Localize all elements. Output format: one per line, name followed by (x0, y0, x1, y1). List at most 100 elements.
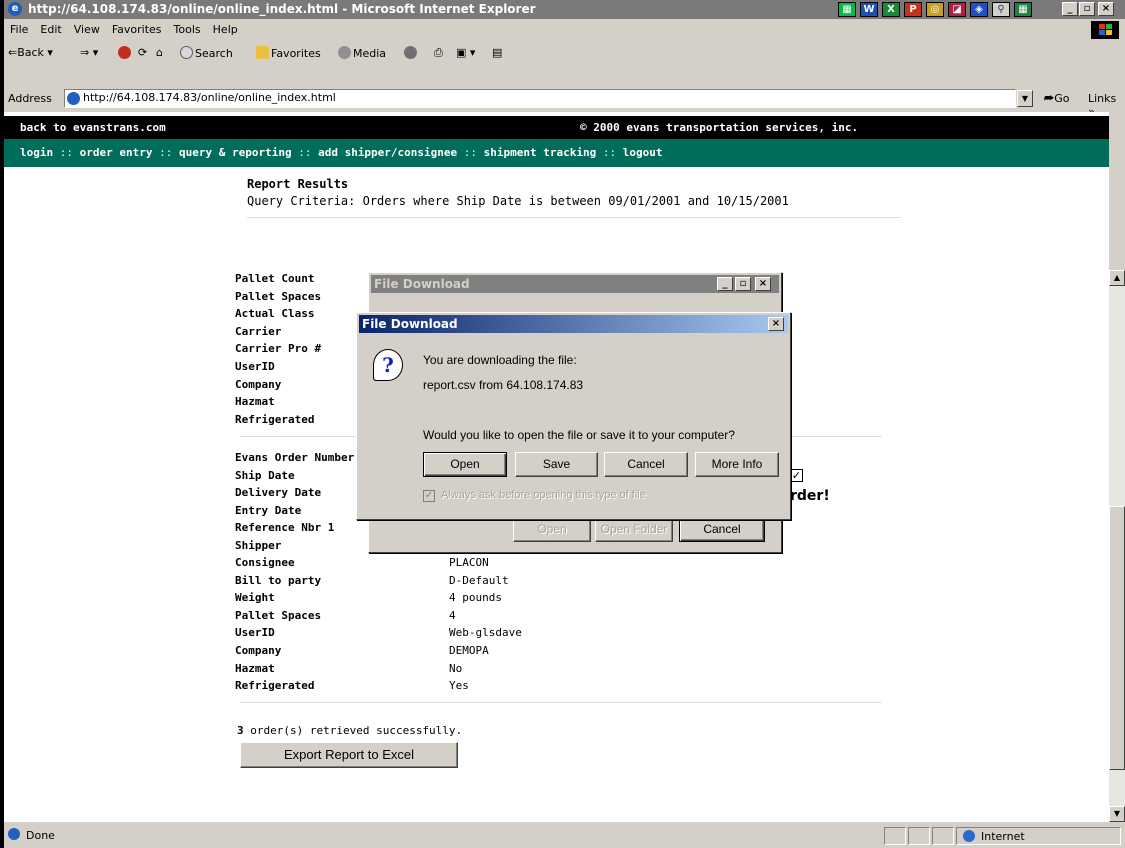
word-icon[interactable]: W (860, 2, 878, 17)
nav-login[interactable]: login (20, 146, 53, 159)
open-button[interactable]: Open (423, 452, 507, 477)
favorites-button[interactable]: Favorites (256, 46, 321, 60)
always-ask-label: Always ask before opening this type of f… (441, 489, 646, 501)
nav-shipment-tracking[interactable]: shipment tracking (484, 146, 597, 159)
nav-separator: :: (463, 146, 478, 159)
search-tool-icon[interactable]: ⚲ (992, 2, 1010, 17)
cancel-button[interactable]: Cancel (604, 452, 688, 477)
maximize-button[interactable]: ▫ (735, 277, 751, 291)
export-to-excel-button[interactable]: Export Report to Excel (240, 742, 458, 768)
field-label: Carrier Pro # (235, 342, 322, 356)
cancel-button[interactable]: Cancel (679, 517, 765, 542)
field-label: Carrier (235, 324, 282, 338)
nav-separator: :: (59, 146, 73, 159)
back-to-site-link[interactable]: back to evanstrans.com (20, 121, 166, 134)
field-label: Pallet Count (235, 272, 315, 285)
nav-query-reporting[interactable]: query & reporting (179, 146, 292, 159)
menu-tools[interactable]: Tools (168, 21, 207, 38)
scroll-thumb[interactable] (1109, 506, 1125, 770)
back-button[interactable]: ⇐Back ▾ (8, 46, 53, 59)
field-label: UserID (235, 626, 275, 640)
field-value: 4 pounds (449, 591, 502, 605)
site-header: back to evanstrans.com © 2000 evans tran… (4, 116, 1109, 139)
download-message: You are downloading the file: (423, 353, 577, 367)
field-label: Hazmat (235, 395, 275, 409)
field-label: Entry Date (235, 503, 302, 517)
field-label: Shipper (235, 539, 282, 552)
tray-app-icon[interactable]: ▦ (838, 2, 856, 17)
result-summary-text: order(s) retrieved successfully. (250, 724, 463, 737)
close-button[interactable]: × (1098, 2, 1114, 16)
maximize-button[interactable]: ▫ (1079, 2, 1095, 16)
nav-order-entry[interactable]: order entry (80, 146, 153, 159)
field-value: DEMOPA (449, 644, 489, 657)
edit-icon[interactable]: ▣ ▾ (456, 46, 475, 59)
divider (240, 702, 882, 703)
address-label: Address (8, 92, 52, 105)
field-label: Reference Nbr 1 (235, 521, 335, 535)
menu-favorites[interactable]: Favorites (106, 21, 168, 38)
discuss-icon[interactable]: ▤ (492, 46, 502, 59)
zone-panel: Internet (956, 827, 1121, 845)
refresh-icon[interactable]: ⟳ (138, 46, 147, 59)
status-bar: Done Internet (4, 824, 1125, 848)
search-label: Search (195, 47, 233, 60)
excel-icon[interactable]: X (882, 2, 900, 17)
ie-icon: e (8, 2, 22, 16)
checkbox-icon[interactable]: ✓ (790, 469, 803, 482)
access-icon[interactable]: ◎ (926, 2, 944, 17)
office-shortcut-icon[interactable]: ▦ (1014, 2, 1032, 17)
menu-help[interactable]: Help (207, 21, 244, 38)
menu-view[interactable]: View (68, 21, 106, 38)
partial-message: rder! (790, 488, 830, 504)
address-dropdown-button[interactable]: ▼ (1017, 90, 1033, 107)
field-value: No (449, 661, 463, 675)
always-ask-checkbox: ✓ (423, 490, 435, 502)
site-nav: login :: order entry :: query & reportin… (4, 139, 1109, 167)
address-url: http://64.108.174.83/online/online_index… (83, 91, 336, 104)
nav-logout[interactable]: logout (623, 146, 663, 159)
field-label: Evans Order Number (235, 451, 355, 464)
field-label: Bill to party (235, 573, 322, 587)
minimize-button[interactable]: _ (717, 277, 733, 291)
media-button[interactable]: Media (338, 46, 386, 60)
more-info-button[interactable]: More Info (695, 452, 779, 477)
field-label: Company (235, 377, 282, 391)
vertical-scrollbar[interactable]: ▲ ▼ (1109, 270, 1125, 822)
address-input[interactable]: http://64.108.174.83/online/online_index… (64, 89, 1016, 108)
powerpoint-icon[interactable]: P (904, 2, 922, 17)
forward-button[interactable]: ⇒ ▾ (80, 46, 98, 59)
outlook-icon[interactable]: ◪ (948, 2, 966, 17)
search-button[interactable]: Search (180, 46, 233, 60)
menu-file[interactable]: File (4, 21, 34, 38)
history-icon[interactable] (404, 46, 419, 60)
query-criteria: Query Criteria: Orders where Ship Date i… (247, 194, 789, 208)
go-button[interactable]: ⮫Go (1044, 92, 1070, 106)
field-label: Consignee (235, 556, 295, 569)
dialog-title-bar[interactable]: File Download (359, 315, 788, 333)
home-icon[interactable]: ⌂ (156, 46, 163, 59)
question-icon: ? (373, 349, 403, 381)
stop-icon[interactable] (118, 46, 133, 60)
close-button[interactable]: × (755, 277, 771, 291)
field-label: UserID (235, 360, 275, 373)
go-arrow-icon: ⮫ (1044, 92, 1055, 105)
favorites-label: Favorites (271, 47, 321, 60)
scroll-up-icon[interactable]: ▲ (1109, 270, 1125, 286)
menu-edit[interactable]: Edit (34, 21, 67, 38)
search-icon (180, 46, 193, 59)
print-icon[interactable]: ⎙ (434, 46, 443, 60)
minimize-button[interactable]: _ (1062, 2, 1078, 16)
nav-separator: :: (159, 146, 173, 159)
media-label: Media (353, 47, 387, 60)
scroll-down-icon[interactable]: ▼ (1109, 806, 1125, 822)
nav-add-shipper[interactable]: add shipper/consignee (318, 146, 457, 159)
office-tool-icon[interactable]: ◈ (970, 2, 988, 17)
window-title-bar[interactable]: e http://64.108.174.83/online/online_ind… (4, 0, 1125, 19)
field-label: Actual Class (235, 307, 315, 321)
open-or-save-question: Would you like to open the file or save … (423, 428, 735, 442)
links-label: Links (1088, 92, 1117, 105)
close-button[interactable]: × (768, 317, 784, 331)
save-button[interactable]: Save (515, 452, 598, 477)
open-button-disabled: Open (513, 517, 591, 542)
